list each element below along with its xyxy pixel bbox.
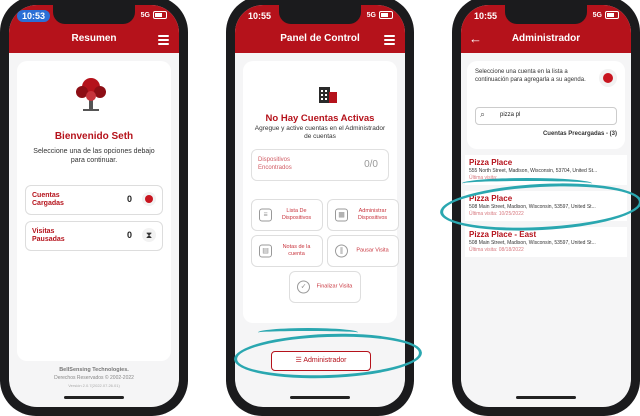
devices-found-label: Dispositivos Encontrados	[258, 157, 292, 171]
notas-cuenta-button[interactable]: ▤ Notas de la cuenta	[251, 235, 323, 267]
home-indicator	[290, 396, 350, 399]
battery-icon	[153, 11, 167, 19]
notch	[53, 5, 135, 24]
highlight-stroke	[462, 178, 592, 189]
home-indicator	[516, 396, 576, 399]
app-bar: ← Administrador	[461, 27, 631, 53]
visitas-pausadas-button[interactable]: Visitas Pausadas 0 ⧗	[25, 221, 163, 251]
visitas-pausadas-label: Visitas Pausadas	[32, 228, 65, 244]
grid-icon: ▦	[335, 208, 348, 222]
pause-icon: ∥	[335, 244, 348, 258]
preloaded-accounts-label: Cuentas Precargadas - (3)	[542, 131, 617, 137]
network-label: 5G	[366, 11, 376, 19]
picker-instructions: Seleccione una cuenta en la lista a cont…	[475, 69, 586, 83]
search-input[interactable]: pizza pl	[500, 112, 520, 118]
highlight-stroke	[258, 328, 358, 337]
list-icon: ≡	[259, 208, 272, 222]
pausar-visita-button[interactable]: ∥ Pausar Visita	[327, 235, 399, 267]
status-time: 10:55	[474, 11, 498, 21]
footer-company: BellSensing Technologies.	[59, 367, 129, 373]
button-label: Administrar Dispositivos	[357, 208, 388, 221]
button-label: Notas de la cuenta	[282, 244, 311, 257]
cuentas-count: 0	[126, 194, 132, 204]
cuentas-cargadas-button[interactable]: Cuentas Cargadas 0	[25, 185, 163, 215]
phone-resumen: 10:53 5G Resumen Bienvenido Seth Selecci…	[0, 0, 188, 416]
account-last-visit: Última visita: 08/18/2022	[469, 247, 524, 253]
apple-tree-icon	[76, 78, 106, 111]
welcome-instructions: Seleccione una de las opciones debajo pa…	[33, 148, 155, 165]
panel-card: No Hay Cuentas Activas Agregue y active …	[243, 61, 399, 323]
search-icon: ⌕	[480, 109, 486, 119]
battery-icon	[605, 11, 619, 19]
administrar-dispositivos-button[interactable]: ▦ Administrar Dispositivos	[327, 199, 399, 231]
apple-icon	[599, 69, 617, 87]
page-title: Panel de Control	[280, 33, 360, 44]
battery-icon	[379, 11, 393, 19]
page-title: Administrador	[511, 33, 581, 44]
account-address: 508 Main Street, Madison, Wisconsin, 535…	[469, 240, 596, 246]
footer: BellSensing Technologies. Derechos Reser…	[9, 367, 179, 388]
button-label: Pausar Visita	[356, 247, 389, 254]
home-indicator	[64, 396, 124, 399]
footer-rights: Derechos Reservados © 2002-2022	[54, 375, 134, 381]
network-label: 5G	[592, 11, 602, 19]
check-circle-icon: ✓	[297, 280, 310, 294]
account-picker-card: Seleccione una cuenta en la lista a cont…	[467, 61, 625, 149]
devices-found-box: Dispositivos Encontrados 0/0	[251, 149, 389, 181]
notch	[505, 5, 587, 24]
search-box[interactable]: ⌕ pizza pl	[475, 107, 617, 125]
cuentas-cargadas-label: Cuentas Cargadas	[32, 192, 64, 208]
page-title: Resumen	[71, 33, 117, 44]
clipboard-icon: ▤	[259, 244, 272, 258]
menu-icon[interactable]	[384, 35, 395, 45]
app-bar: Panel de Control	[235, 27, 405, 53]
screen-resumen: 10:53 5G Resumen Bienvenido Seth Selecci…	[9, 5, 179, 407]
account-row[interactable]: Pizza Place - East 508 Main Street, Madi…	[465, 227, 627, 257]
status-time: 10:53	[17, 10, 51, 22]
no-accounts-heading: No Hay Cuentas Activas	[265, 113, 375, 124]
apple-icon	[142, 192, 156, 206]
status-time: 10:55	[248, 11, 272, 21]
devices-count: 0/0	[364, 159, 378, 170]
notch	[279, 5, 361, 24]
building-icon	[319, 87, 337, 103]
button-label: Lista De Dispositivos	[281, 208, 312, 221]
hourglass-icon: ⧗	[142, 228, 156, 242]
visitas-count: 0	[126, 230, 132, 240]
account-name: Pizza Place - East	[469, 230, 537, 239]
account-address: 555 North Street, Madison, Wisconsin, 53…	[469, 168, 598, 174]
welcome-card: Bienvenido Seth Seleccione una de las op…	[17, 61, 171, 361]
network-label: 5G	[140, 11, 150, 19]
button-label: Finalizar Visita	[316, 283, 353, 290]
lista-dispositivos-button[interactable]: ≡ Lista De Dispositivos	[251, 199, 323, 231]
finalizar-visita-button[interactable]: ✓ Finalizar Visita	[289, 271, 361, 303]
panel-subtitle: Agregue y active cuentas en el Administr…	[254, 125, 386, 141]
welcome-heading: Bienvenido Seth	[54, 131, 134, 142]
account-name: Pizza Place	[469, 158, 513, 167]
app-bar: Resumen	[9, 27, 179, 53]
menu-icon[interactable]	[158, 35, 169, 45]
footer-version: Versión 2.0.7(2022.07.26.01)	[68, 383, 120, 388]
